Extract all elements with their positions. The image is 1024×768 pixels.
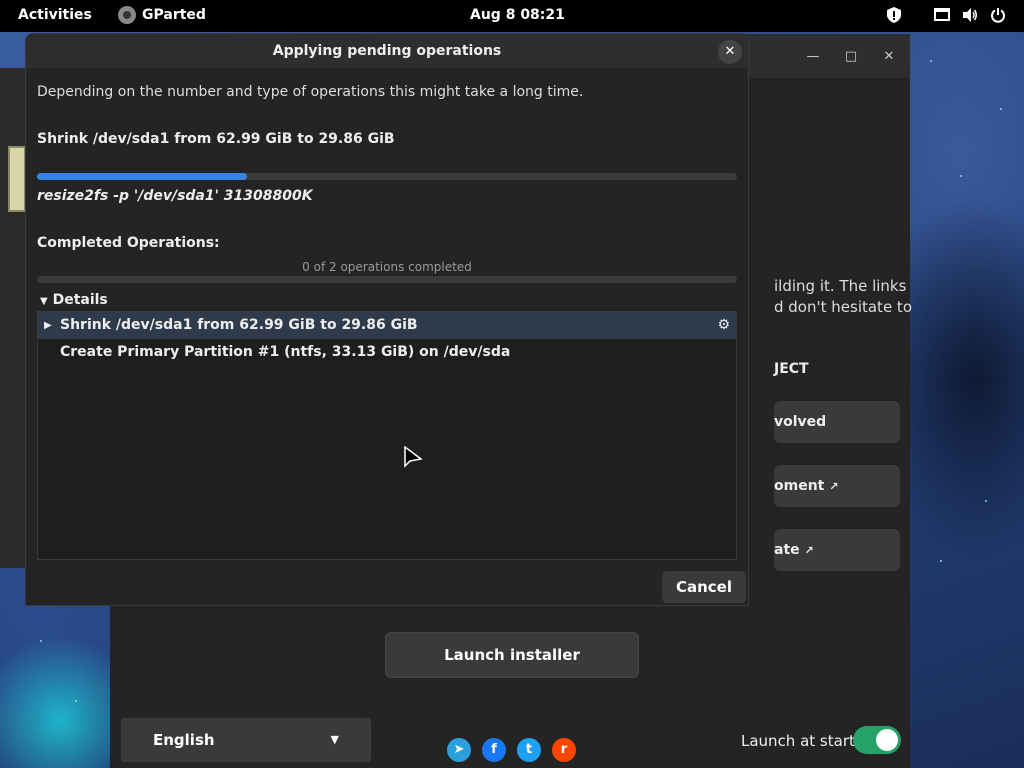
operation-progress-bar [37, 173, 737, 180]
activities-button[interactable]: Activities [18, 7, 92, 23]
star [1000, 108, 1002, 110]
screen-icon[interactable] [934, 7, 950, 23]
star [40, 640, 42, 642]
current-operation: Shrink /dev/sda1 from 62.99 GiB to 29.86… [37, 131, 395, 147]
maximize-icon[interactable]: □ [840, 46, 862, 68]
star [75, 700, 77, 702]
operation-label: Create Primary Partition #1 (ntfs, 33.13… [60, 344, 511, 360]
launch-at-start-label: Launch at start [741, 732, 855, 750]
close-icon[interactable]: ✕ [878, 46, 900, 68]
app-name: GParted [142, 7, 206, 23]
twitter-icon[interactable]: t [517, 738, 541, 762]
welcome-text-line: d don't hesitate to [774, 298, 912, 316]
dialog-description: Depending on the number and type of oper… [37, 84, 584, 100]
star [960, 175, 962, 177]
overall-progress-bar [37, 276, 737, 283]
get-involved-card[interactable]: volved [774, 401, 900, 443]
mouse-cursor [404, 446, 423, 468]
language-value: English [153, 731, 215, 749]
section-heading: JECT [774, 361, 809, 377]
dialog-titlebar: Applying pending operations ✕ [26, 34, 748, 68]
gparted-icon [118, 6, 136, 24]
expander-right-icon[interactable]: ▶ [44, 312, 52, 339]
card-label: oment [774, 478, 825, 494]
external-link-icon: ↗ [829, 480, 839, 493]
operations-list: ▶ Shrink /dev/sda1 from 62.99 GiB to 29.… [37, 311, 737, 560]
toggle-knob [876, 729, 898, 751]
dropdown-arrow-icon: ▼ [330, 733, 339, 746]
shield-icon[interactable] [886, 7, 902, 23]
power-icon[interactable] [990, 7, 1006, 23]
operation-label: Shrink /dev/sda1 from 62.99 GiB to 29.86… [60, 317, 418, 333]
minimize-icon[interactable]: — [802, 46, 824, 68]
partition-graphic [8, 146, 26, 212]
apply-operations-dialog: Applying pending operations ✕ Depending … [25, 33, 749, 606]
card-label: volved [774, 414, 827, 430]
completed-operations-label: Completed Operations: [37, 235, 220, 251]
cancel-button[interactable]: Cancel [662, 571, 746, 603]
card-label: ate [774, 542, 800, 558]
gears-icon: ⚙ [717, 317, 730, 333]
close-icon[interactable]: ✕ [718, 40, 742, 64]
development-card[interactable]: oment ↗ [774, 465, 900, 507]
star [930, 60, 932, 62]
launch-at-start-toggle[interactable] [853, 726, 901, 754]
top-bar: Activities GParted Aug 8 08:21 [0, 0, 1024, 32]
donate-card[interactable]: ate ↗ [774, 529, 900, 571]
star [940, 560, 942, 562]
operation-row[interactable]: Create Primary Partition #1 (ntfs, 33.13… [38, 339, 736, 366]
star [985, 500, 987, 502]
details-expander[interactable]: ▼ Details [40, 292, 108, 308]
operation-row[interactable]: ▶ Shrink /dev/sda1 from 62.99 GiB to 29.… [38, 312, 736, 339]
reddit-icon[interactable]: r [552, 738, 576, 762]
completed-count: 0 of 2 operations completed [302, 260, 472, 274]
expander-down-icon: ▼ [40, 296, 48, 307]
welcome-text-line: ilding it. The links [774, 277, 907, 295]
facebook-icon[interactable]: f [482, 738, 506, 762]
telegram-icon[interactable]: ➤ [447, 738, 471, 762]
progress-fill [37, 173, 247, 180]
volume-icon[interactable] [962, 7, 978, 23]
external-link-icon: ↗ [804, 544, 814, 557]
launch-installer-button[interactable]: Launch installer [385, 632, 639, 678]
language-select[interactable]: English ▼ [121, 718, 371, 762]
clock[interactable]: Aug 8 08:21 [470, 7, 565, 23]
details-label: Details [52, 292, 108, 308]
gparted-window-edge [0, 68, 26, 568]
app-menu[interactable]: GParted [118, 6, 206, 24]
current-command: resize2fs -p '/dev/sda1' 31308800K [37, 188, 313, 204]
dialog-title: Applying pending operations [272, 43, 502, 59]
welcome-paragraph: ilding it. The links d don't hesitate to [774, 276, 912, 318]
